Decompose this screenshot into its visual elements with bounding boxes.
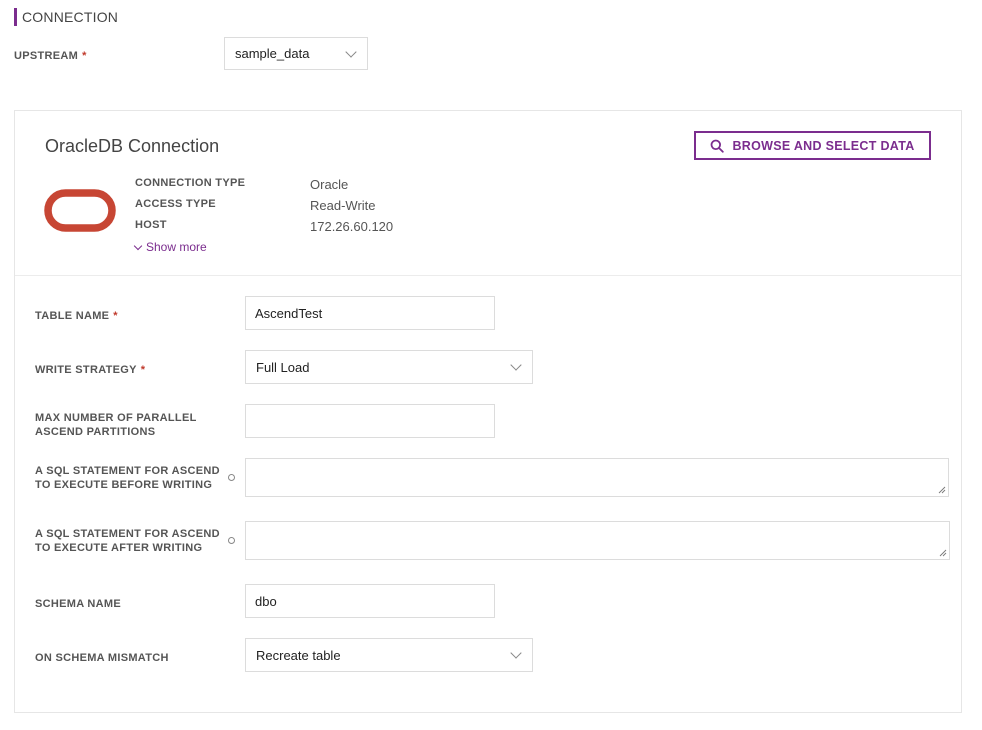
- meta-label-host: HOST: [135, 219, 167, 231]
- meta-label-access-type: ACCESS TYPE: [135, 198, 216, 210]
- browse-button-label: BROWSE AND SELECT DATA: [732, 138, 915, 153]
- info-icon[interactable]: [228, 474, 235, 481]
- chevron-down-icon: [510, 359, 522, 371]
- schema-name-label: SCHEMA NAME: [35, 598, 122, 610]
- meta-label-connection-type: CONNECTION TYPE: [135, 177, 246, 189]
- resize-handle-icon[interactable]: [938, 486, 946, 494]
- schema-name-input[interactable]: dbo: [245, 584, 495, 618]
- table-name-label-text: TABLE NAME: [35, 310, 110, 322]
- info-icon[interactable]: [228, 537, 235, 544]
- sql-before-label-line1: A SQL STATEMENT FOR ASCEND: [35, 465, 220, 477]
- table-name-value: AscendTest: [255, 305, 323, 321]
- oracle-logo-icon: [44, 189, 116, 232]
- schema-name-value: dbo: [255, 593, 277, 609]
- sql-before-label-line2: TO EXECUTE BEFORE WRITING: [35, 479, 213, 491]
- required-mark: *: [113, 310, 118, 322]
- search-icon: [711, 139, 725, 153]
- meta-value-connection-type: Oracle: [310, 177, 349, 192]
- upstream-label-text: UPSTREAM: [14, 50, 79, 62]
- schema-mismatch-label: ON SCHEMA MISMATCH: [35, 652, 169, 664]
- card-divider: [15, 275, 961, 276]
- write-strategy-label-text: WRITE STRATEGY: [35, 364, 137, 376]
- connection-title: OracleDB Connection: [45, 136, 220, 156]
- table-name-input[interactable]: AscendTest: [245, 296, 495, 330]
- show-more-link[interactable]: Show more: [133, 240, 207, 254]
- max-partitions-input[interactable]: [245, 404, 495, 438]
- write-strategy-value: Full Load: [256, 359, 310, 375]
- chevron-down-icon: [133, 241, 143, 250]
- resize-handle-icon[interactable]: [939, 549, 947, 557]
- max-partitions-label: MAX NUMBER OF PARALLEL ASCEND PARTITIONS: [35, 411, 197, 439]
- required-mark: *: [82, 50, 87, 62]
- required-mark: *: [140, 364, 146, 376]
- schema-mismatch-select[interactable]: Recreate table: [245, 638, 533, 672]
- meta-value-access-type: Read-Write: [310, 198, 376, 213]
- chevron-down-icon: [510, 647, 522, 659]
- section-accent-bar: [14, 8, 17, 26]
- browse-select-data-button[interactable]: BROWSE AND SELECT DATA: [694, 131, 931, 160]
- max-partitions-label-line1: MAX NUMBER OF PARALLEL: [35, 412, 197, 424]
- upstream-label: UPSTREAM *: [14, 50, 87, 62]
- chevron-down-icon: [345, 45, 357, 58]
- sql-before-label: A SQL STATEMENT FOR ASCEND TO EXECUTE BE…: [35, 464, 220, 492]
- meta-value-host: 172.26.60.120: [310, 219, 394, 234]
- write-strategy-label: WRITE STRATEGY *: [35, 364, 145, 376]
- write-strategy-select[interactable]: Full Load: [245, 350, 533, 384]
- sql-after-label-line2: TO EXECUTE AFTER WRITING: [35, 542, 203, 554]
- show-more-label: Show more: [146, 240, 207, 254]
- upstream-select-value: sample_data: [235, 46, 310, 61]
- upstream-select[interactable]: sample_data: [224, 37, 368, 70]
- sql-after-label: A SQL STATEMENT FOR ASCEND TO EXECUTE AF…: [35, 527, 220, 555]
- max-partitions-label-line2: ASCEND PARTITIONS: [35, 426, 156, 438]
- sql-before-textarea[interactable]: [245, 458, 949, 497]
- sql-after-label-line1: A SQL STATEMENT FOR ASCEND: [35, 528, 220, 540]
- sql-after-textarea[interactable]: [245, 521, 950, 560]
- table-name-label: TABLE NAME *: [35, 310, 118, 322]
- section-title: CONNECTION: [22, 9, 119, 25]
- schema-mismatch-value: Recreate table: [256, 647, 341, 663]
